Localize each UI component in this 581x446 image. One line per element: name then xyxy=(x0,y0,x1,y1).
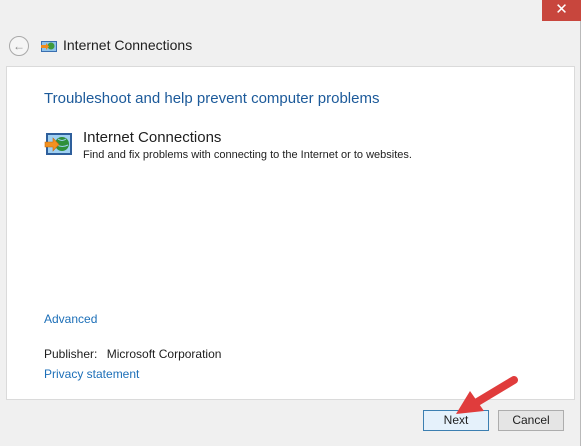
publisher-label: Publisher: xyxy=(44,347,98,361)
title-bar: ← Internet Connections xyxy=(0,24,581,66)
privacy-statement-link[interactable]: Privacy statement xyxy=(44,367,139,381)
window-title: Internet Connections xyxy=(63,37,193,53)
troubleshooter-description: Find and fix problems with connecting to… xyxy=(83,149,412,161)
annotation-arrow-icon xyxy=(456,376,518,414)
page-heading: Troubleshoot and help prevent computer p… xyxy=(44,90,380,107)
main-panel: Troubleshoot and help prevent computer p… xyxy=(6,66,575,400)
publisher-info: Publisher: Microsoft Corporation xyxy=(44,347,221,361)
dialog-window: ✕ ← Internet Connections Troubleshoot an… xyxy=(0,0,581,446)
back-arrow-icon: ← xyxy=(13,39,25,53)
close-button[interactable]: ✕ xyxy=(542,0,581,21)
publisher-value: Microsoft Corporation xyxy=(106,347,222,361)
network-troubleshooter-icon xyxy=(41,41,57,52)
internet-connections-icon xyxy=(44,133,72,155)
advanced-link[interactable]: Advanced xyxy=(44,312,97,326)
troubleshooter-title[interactable]: Internet Connections xyxy=(83,129,221,146)
back-button[interactable]: ← xyxy=(9,36,29,56)
